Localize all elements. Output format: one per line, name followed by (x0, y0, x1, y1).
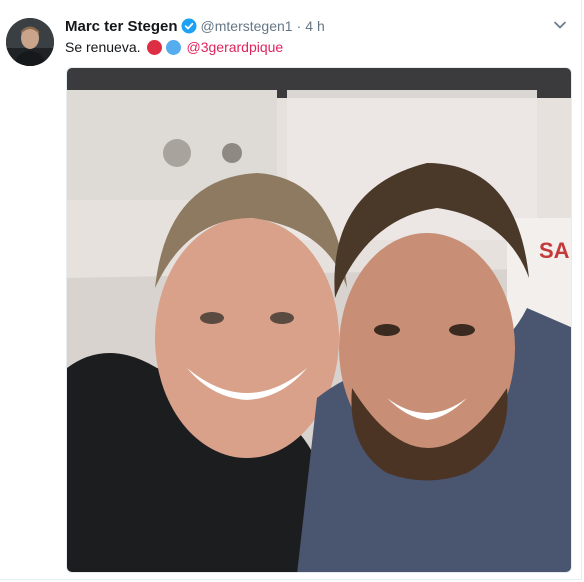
author-handle[interactable]: @mterstegen1 (201, 18, 293, 34)
tweet-header: Marc ter Stegen @mterstegen1 · 4 h (65, 16, 325, 36)
blue-circle-emoji (165, 39, 181, 55)
avatar[interactable] (6, 18, 54, 66)
tweet-card[interactable]: Marc ter Stegen @mterstegen1 · 4 h Se re… (0, 0, 582, 580)
author-name[interactable]: Marc ter Stegen (65, 18, 178, 35)
tweet-text: Se renueva. @3gerardpique (65, 37, 283, 57)
chevron-down-icon[interactable] (553, 18, 567, 32)
mention-link[interactable]: @3gerardpique (187, 39, 284, 55)
tweet-timestamp[interactable]: 4 h (305, 18, 324, 34)
verified-badge-icon (181, 18, 197, 34)
tweet-body-text: Se renueva. (65, 39, 141, 55)
tweet-photo[interactable]: SA (66, 67, 572, 573)
svg-text:SA: SA (539, 238, 570, 263)
separator-dot: · (296, 18, 302, 34)
red-circle-emoji (146, 39, 162, 55)
